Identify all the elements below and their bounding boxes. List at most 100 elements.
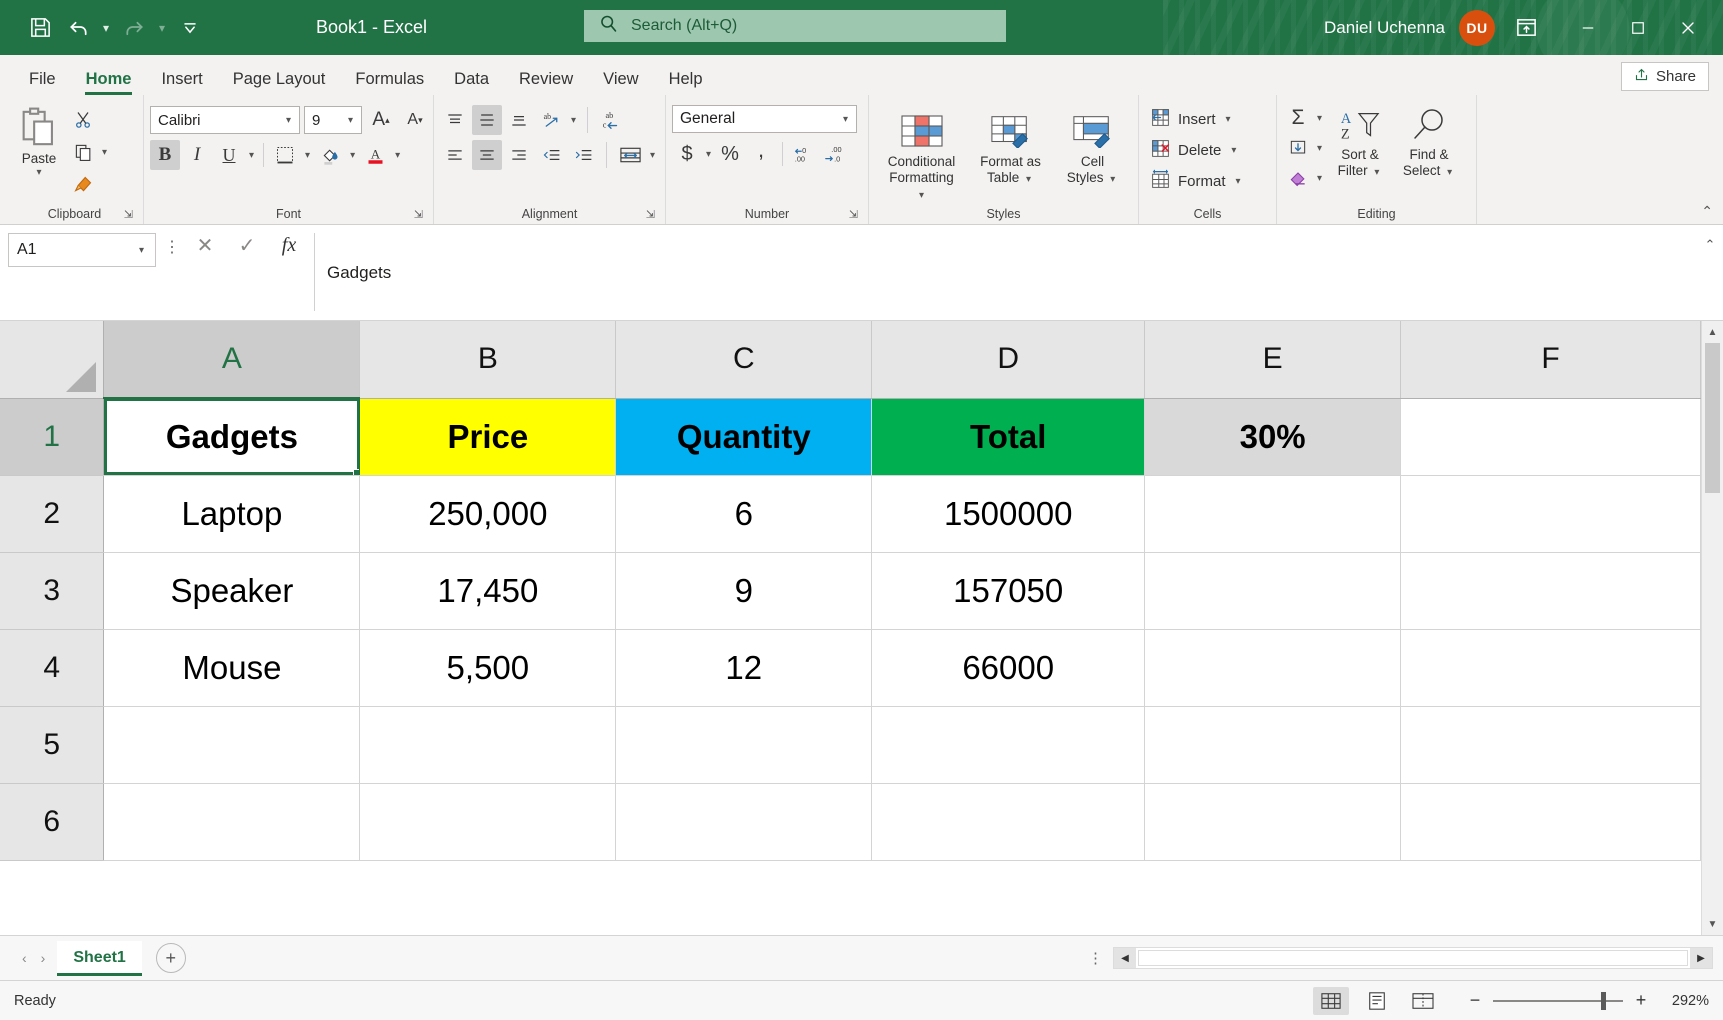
- font-dialog-launcher-icon[interactable]: ⇲: [414, 208, 423, 221]
- cell-c2[interactable]: 6: [616, 475, 872, 552]
- fill-chevron-down-icon[interactable]: ▾: [1314, 143, 1325, 154]
- cell-c3[interactable]: 9: [616, 552, 872, 629]
- clear-button[interactable]: [1283, 163, 1313, 193]
- row-header-6[interactable]: 6: [0, 783, 104, 860]
- cell-e2[interactable]: [1145, 475, 1401, 552]
- cell-f5[interactable]: [1401, 706, 1701, 783]
- tab-file[interactable]: File: [14, 71, 71, 96]
- cell-a3[interactable]: Speaker: [104, 552, 360, 629]
- row-header-2[interactable]: 2: [0, 475, 104, 552]
- copy-button[interactable]: [68, 137, 98, 167]
- name-box[interactable]: A1 ▾: [8, 233, 156, 267]
- format-painter-button[interactable]: [68, 169, 98, 199]
- tab-home[interactable]: Home: [71, 71, 147, 96]
- font-color-button[interactable]: A: [360, 140, 390, 170]
- cell-b1[interactable]: Price: [360, 398, 616, 475]
- vertical-scroll-track[interactable]: [1702, 343, 1723, 913]
- ribbon-display-options-icon[interactable]: [1499, 8, 1553, 48]
- sort-filter-chevron-down-icon[interactable]: ▾: [1371, 167, 1382, 178]
- cell-b3[interactable]: 17,450: [360, 552, 616, 629]
- paste-chevron-down-icon[interactable]: ▾: [33, 167, 44, 179]
- clear-chevron-down-icon[interactable]: ▾: [1314, 173, 1325, 184]
- cell-e5[interactable]: [1145, 706, 1401, 783]
- delete-cells-button[interactable]: Delete ▾: [1145, 135, 1244, 165]
- next-sheet-arrow-icon[interactable]: ›: [41, 950, 46, 966]
- insert-cells-button[interactable]: Insert ▾: [1145, 104, 1239, 134]
- cell-styles-button[interactable]: Cell Styles ▾: [1057, 105, 1129, 189]
- orientation-button[interactable]: ab: [536, 105, 566, 135]
- tab-review[interactable]: Review: [504, 71, 588, 96]
- font-color-chevron-down-icon[interactable]: ▾: [392, 150, 403, 161]
- cell-a6[interactable]: [104, 783, 360, 860]
- formula-input[interactable]: [314, 233, 1697, 311]
- page-layout-view-button[interactable]: [1359, 987, 1395, 1015]
- cell-d2[interactable]: 1500000: [872, 475, 1145, 552]
- row-header-5[interactable]: 5: [0, 706, 104, 783]
- sheet-tab-sheet1[interactable]: Sheet1: [57, 941, 141, 976]
- cell-c6[interactable]: [616, 783, 872, 860]
- align-middle-button[interactable]: [472, 105, 502, 135]
- cell-d3[interactable]: 157050: [872, 552, 1145, 629]
- align-bottom-button[interactable]: [504, 105, 534, 135]
- scroll-left-arrow-icon[interactable]: ◀: [1114, 948, 1136, 968]
- number-dialog-launcher-icon[interactable]: ⇲: [849, 208, 858, 221]
- decrease-indent-button[interactable]: [536, 140, 566, 170]
- cell-c1[interactable]: Quantity: [616, 398, 872, 475]
- horizontal-scroll-thumb[interactable]: [1138, 950, 1688, 966]
- cell-f6[interactable]: [1401, 783, 1701, 860]
- cell-b2[interactable]: 250,000: [360, 475, 616, 552]
- previous-sheet-arrow-icon[interactable]: ‹: [22, 950, 27, 966]
- customize-quick-access-toolbar-chevron-down-icon[interactable]: [172, 10, 208, 46]
- cell-d4[interactable]: 66000: [872, 629, 1145, 706]
- column-header-d[interactable]: D: [872, 321, 1145, 398]
- conditional-formatting-chevron-down-icon[interactable]: ▾: [916, 190, 927, 201]
- number-format-select[interactable]: General ▾: [672, 105, 857, 133]
- merge-chevron-down-icon[interactable]: ▾: [647, 150, 658, 161]
- tab-formulas[interactable]: Formulas: [340, 71, 439, 96]
- cell-c4[interactable]: 12: [616, 629, 872, 706]
- cell-b5[interactable]: [360, 706, 616, 783]
- cell-a5[interactable]: [104, 706, 360, 783]
- confirm-check-icon[interactable]: ✓: [234, 233, 260, 258]
- accounting-chevron-down-icon[interactable]: ▾: [703, 149, 714, 160]
- select-all-corner[interactable]: [0, 321, 104, 398]
- cell-e4[interactable]: [1145, 629, 1401, 706]
- tab-data[interactable]: Data: [439, 71, 504, 96]
- autosum-button[interactable]: Σ: [1283, 103, 1313, 133]
- tab-insert[interactable]: Insert: [146, 71, 217, 96]
- decrease-font-size-button[interactable]: A▾: [400, 105, 430, 135]
- cell-f3[interactable]: [1401, 552, 1701, 629]
- delete-cells-chevron-down-icon[interactable]: ▾: [1228, 145, 1239, 156]
- scroll-right-arrow-icon[interactable]: ▶: [1690, 948, 1712, 968]
- collapse-ribbon-button[interactable]: ⌃: [1701, 203, 1713, 220]
- vertical-scroll-thumb[interactable]: [1705, 343, 1720, 493]
- zoom-in-button[interactable]: +: [1633, 990, 1649, 1011]
- format-cells-chevron-down-icon[interactable]: ▾: [1233, 176, 1244, 187]
- formula-bar-overflow-dots[interactable]: ⋮: [164, 233, 180, 263]
- format-as-table-button[interactable]: Format as Table ▾: [971, 105, 1051, 189]
- cancel-x-icon[interactable]: ✕: [192, 233, 218, 258]
- percent-format-button[interactable]: %: [715, 139, 745, 169]
- borders-button[interactable]: [270, 140, 300, 170]
- font-name-select[interactable]: Calibri ▾: [150, 106, 300, 134]
- fill-button[interactable]: [1283, 133, 1313, 163]
- paste-button[interactable]: Paste ▾: [12, 99, 66, 182]
- column-header-f[interactable]: F: [1401, 321, 1701, 398]
- tab-view[interactable]: View: [588, 71, 653, 96]
- cell-b4[interactable]: 5,500: [360, 629, 616, 706]
- font-size-select[interactable]: 9 ▾: [304, 106, 362, 134]
- save-icon[interactable]: [22, 10, 58, 46]
- conditional-formatting-button[interactable]: Conditional Formatting ▾: [879, 105, 965, 205]
- cell-a4[interactable]: Mouse: [104, 629, 360, 706]
- search-input[interactable]: [631, 17, 971, 35]
- format-as-table-chevron-down-icon[interactable]: ▾: [1023, 174, 1034, 185]
- zoom-slider[interactable]: [1493, 1000, 1623, 1002]
- maximize-button[interactable]: [1615, 8, 1661, 48]
- redo-dropdown-chevron-down-icon[interactable]: ▾: [154, 11, 170, 45]
- italic-button[interactable]: I: [182, 140, 212, 170]
- cut-button[interactable]: [68, 105, 98, 135]
- column-header-a[interactable]: A: [104, 321, 360, 398]
- share-button[interactable]: Share: [1621, 62, 1709, 91]
- row-header-1[interactable]: 1: [0, 398, 104, 475]
- page-break-preview-button[interactable]: [1405, 987, 1441, 1015]
